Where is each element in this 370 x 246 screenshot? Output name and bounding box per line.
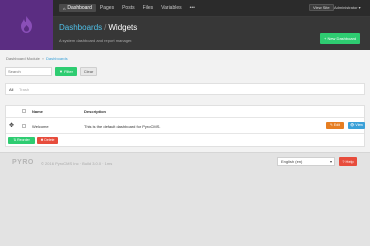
page-title: Dashboards / Widgets [59, 23, 137, 32]
footer-copyright: © 2016 PyroCMS Inc · Build 3.0.0 · 1ms [41, 161, 113, 166]
nav-item-label: Dashboard [67, 5, 92, 11]
breadcrumb: Dashboard Module» Dashboards [6, 56, 68, 61]
dashboards-table: Name Description ✥ Welcome This is the d… [5, 105, 365, 147]
footer-logo: PYRO [12, 159, 34, 166]
breadcrumb-item-dashboards[interactable]: Dashboards [46, 56, 68, 61]
brand-logo[interactable] [0, 0, 53, 50]
module-title-link[interactable]: Dashboards [59, 23, 102, 32]
column-header-name: Name [32, 109, 43, 114]
row-checkbox[interactable] [22, 124, 26, 128]
nav-item-variables[interactable]: Variables [157, 4, 185, 12]
footer: PYRO © 2016 PyroCMS Inc · Build 3.0.0 · … [0, 152, 370, 246]
breadcrumb-item-module[interactable]: Dashboard Module [6, 56, 40, 61]
nav-item-label: Files [142, 5, 154, 11]
chevron-down-icon: ▾ [329, 159, 332, 164]
nav-item-posts[interactable]: Posts [118, 4, 139, 12]
language-select-value: English (en) [281, 159, 303, 164]
delete-button[interactable]: ✖ Delete [37, 137, 58, 144]
select-all-checkbox[interactable] [22, 109, 26, 113]
nav-item-label: Pages [99, 5, 115, 11]
page-header: Dashboards / Widgets A system dashboard an… [53, 17, 370, 50]
row-description: This is the default dashboard for PyroCM… [84, 124, 161, 129]
nav-item-label: Variables [161, 5, 182, 11]
drag-handle-icon[interactable]: ✥ [9, 123, 14, 129]
new-dashboard-button[interactable]: + New Dashboard [320, 33, 361, 44]
user-menu[interactable]: Administrator ▾ [334, 5, 361, 10]
pyro-flame-icon [21, 16, 32, 33]
more-icon: ••• [189, 5, 195, 11]
nav-item-dashboard[interactable]: ⌂ Dashboard [59, 4, 96, 12]
top-navbar: ⌂ Dashboard Pages Posts Files Variables … [53, 0, 370, 17]
nav-item-files[interactable]: Files [139, 4, 158, 12]
nav-item-label: Posts [122, 5, 135, 11]
language-select[interactable]: English (en) ▾ [277, 157, 335, 166]
view-button[interactable]: 👁 View [348, 122, 365, 129]
nav-more-menu[interactable]: ••• [186, 4, 199, 12]
tab-trash[interactable]: Trash [19, 87, 29, 92]
clear-button[interactable]: Clear [80, 67, 97, 76]
column-header-description: Description [84, 109, 107, 114]
nav-item-pages[interactable]: Pages [96, 4, 118, 12]
view-site-button[interactable]: View Site [309, 4, 334, 11]
reorder-button[interactable]: ⇅ Reorder [8, 137, 35, 144]
page-subtitle: A system dashboard and report manager. [59, 38, 133, 43]
search-input[interactable] [5, 67, 52, 76]
tab-all[interactable]: All [9, 87, 13, 92]
row-name: Welcome [32, 124, 49, 129]
main-nav: ⌂ Dashboard Pages Posts Files Variables … [59, 4, 199, 12]
divider [6, 133, 364, 134]
edit-button[interactable]: ✎ Edit [326, 122, 344, 129]
section-title: Widgets [108, 23, 138, 32]
view-tabs: All Trash [5, 83, 365, 95]
help-button[interactable]: ? Help [339, 157, 357, 166]
filter-button[interactable]: ▼ Filter [55, 67, 77, 76]
home-icon: ⌂ [63, 5, 66, 11]
title-separator: / [104, 23, 107, 32]
breadcrumb-separator: » [41, 56, 45, 61]
divider [6, 117, 364, 118]
